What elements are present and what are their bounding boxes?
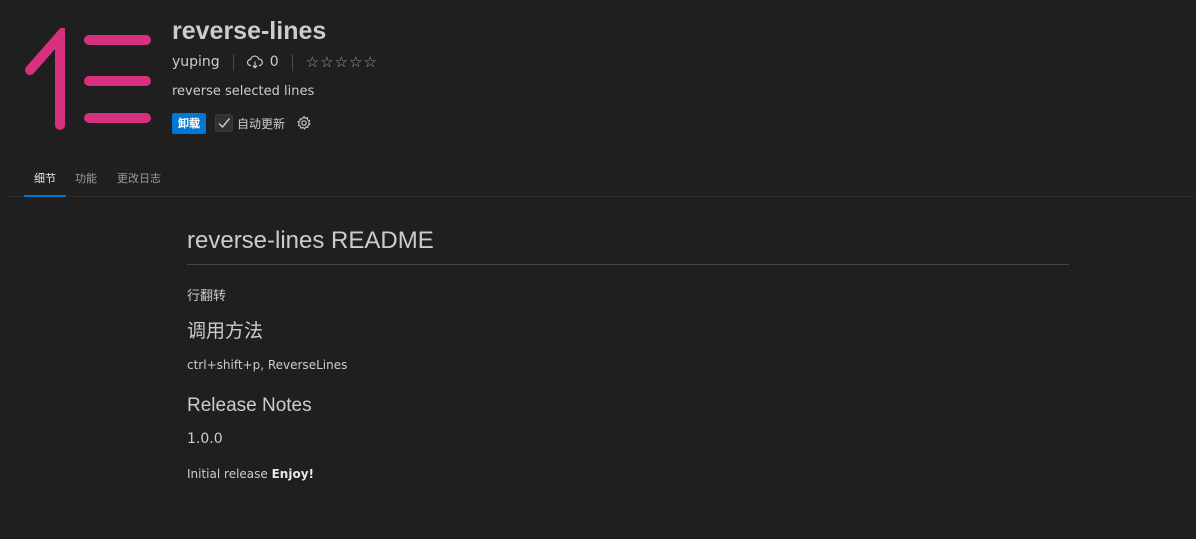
rating-stars[interactable]: ☆ ☆ ☆ ☆ ☆ [306, 53, 377, 71]
extension-header: reverse-lines yuping 0 ☆ ☆ ☆ ☆ ☆ reverse… [0, 0, 1196, 150]
extension-meta: yuping 0 ☆ ☆ ☆ ☆ ☆ [172, 49, 377, 75]
cloud-download-icon [246, 55, 263, 69]
checkmark-icon [218, 118, 231, 129]
star-icon: ☆ [320, 53, 334, 71]
extension-name: reverse-lines [172, 17, 327, 45]
tab-features[interactable]: 功能 [75, 170, 97, 197]
star-icon: ☆ [305, 53, 320, 71]
star-icon: ☆ [348, 53, 363, 71]
star-icon: ☆ [334, 53, 348, 71]
auto-update-checkbox[interactable] [215, 114, 233, 132]
gear-icon[interactable] [296, 115, 312, 131]
auto-update-toggle[interactable]: 自动更新 [215, 114, 285, 132]
release-text-plain: Initial release [187, 467, 268, 481]
readme-content: reverse-lines README 行翻转 调用方法 ctrl+shift… [187, 226, 1069, 481]
release-text-bold: Enjoy! [271, 467, 315, 481]
extension-details: reverse-lines yuping 0 ☆ ☆ ☆ ☆ ☆ reverse… [172, 14, 377, 134]
star-icon: ☆ [363, 53, 377, 71]
uninstall-button[interactable]: 卸载 [172, 112, 206, 134]
readme-title: reverse-lines README [187, 226, 1069, 265]
meta-divider [232, 53, 234, 71]
tab-changelog[interactable]: 更改日志 [117, 170, 161, 197]
usage-heading: 调用方法 [187, 321, 264, 342]
auto-update-label: 自动更新 [237, 116, 286, 131]
version-number: 1.0.0 [187, 431, 223, 447]
install-count: 0 [246, 54, 279, 70]
extension-logo-icon [25, 28, 151, 130]
extension-actions: 卸载 自动更新 [172, 112, 377, 134]
release-text: Initial release Enjoy! [187, 467, 1069, 481]
readme-intro: 行翻转 [187, 289, 227, 304]
tab-bar: 细节 功能 更改日志 [5, 150, 1196, 197]
usage-text: ctrl+shift+p, ReverseLines [187, 358, 348, 372]
install-count-value: 0 [269, 54, 279, 70]
tab-details[interactable]: 细节 [24, 170, 66, 197]
extension-description: reverse selected lines [172, 84, 315, 99]
publisher-link[interactable]: yuping [172, 54, 220, 70]
meta-divider [291, 53, 293, 71]
release-notes-heading: Release Notes [187, 395, 312, 416]
